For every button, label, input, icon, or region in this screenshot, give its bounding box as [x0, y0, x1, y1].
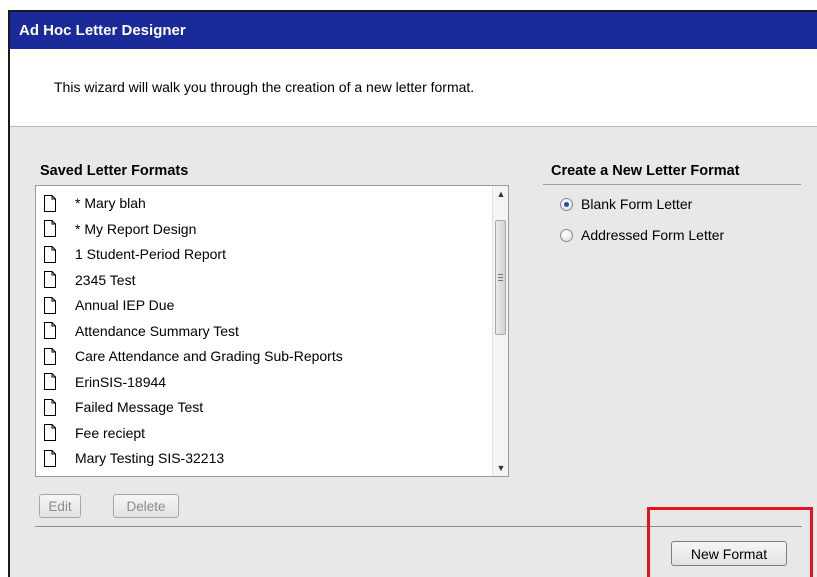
list-item[interactable]: Mary Testing SIS-32213 — [44, 447, 224, 469]
list-item[interactable]: * Mary blah — [44, 192, 146, 214]
document-icon — [44, 373, 56, 390]
list-item-label: ErinSIS-18944 — [75, 373, 167, 390]
list-item[interactable]: * My Report Design — [44, 218, 196, 240]
document-icon — [44, 245, 56, 263]
create-format-title: Create a New Letter Format — [551, 163, 740, 179]
list-item-label: Care Attendance and Grading Sub-Reports — [75, 348, 343, 364]
list-item[interactable]: Care Attendance and Grading Sub-Reports — [44, 345, 343, 367]
scroll-thumb[interactable] — [495, 220, 506, 335]
saved-formats-list[interactable]: * Mary blah * My Report Design 1 Student-P… — [35, 185, 509, 477]
radio-label: Addressed Form Letter — [581, 227, 725, 243]
document-icon — [44, 322, 56, 339]
list-item[interactable]: Failed Message Test — [44, 396, 203, 418]
document-icon — [44, 398, 56, 416]
document-icon — [44, 449, 56, 467]
scroll-down-arrow-icon[interactable]: ▼ — [493, 460, 508, 476]
list-item[interactable]: ErinSIS-18944 — [44, 371, 166, 393]
list-item-label: Fee reciept — [75, 424, 146, 441]
list-item-label: Annual IEP Due — [75, 297, 175, 313]
letter-designer-window: Ad Hoc Letter Designer This wizard will … — [8, 10, 817, 577]
list-item[interactable]: 1 Student-Period Report — [44, 243, 226, 265]
document-icon — [44, 194, 56, 212]
radio-button[interactable] — [560, 197, 573, 211]
radio-button[interactable] — [560, 228, 573, 242]
intro-text: This wizard will walk you through the cr… — [54, 79, 475, 95]
document-icon — [44, 296, 56, 314]
list-item[interactable]: Annual IEP Due — [44, 294, 174, 316]
window-title: Ad Hoc Letter Designer — [10, 12, 817, 49]
intro-panel: This wizard will walk you through the cr… — [10, 49, 817, 127]
list-scrollbar[interactable]: ▲ ▼ — [492, 186, 508, 476]
radio-addressed-form-letter[interactable]: Addressed Form Letter — [560, 227, 724, 243]
list-item-label: Attendance Summary Test — [75, 322, 239, 339]
list-item[interactable]: Fee reciept — [44, 422, 145, 444]
list-item[interactable]: 2345 Test — [44, 269, 135, 291]
list-item-label: Failed Message Test — [75, 399, 204, 415]
delete-button[interactable]: Delete — [113, 494, 179, 518]
new-format-highlight-box — [647, 507, 813, 577]
list-item-label: * Mary blah — [75, 195, 146, 211]
list-item-label: * My Report Design — [75, 220, 197, 237]
list-item-label: Mary Testing SIS-32213 — [75, 450, 225, 466]
radio-label: Blank Form Letter — [581, 196, 693, 212]
radio-blank-form-letter[interactable]: Blank Form Letter — [560, 196, 692, 212]
document-icon — [44, 220, 56, 237]
list-item-label: 1 Student-Period Report — [75, 246, 226, 262]
create-section-divider — [543, 184, 801, 185]
document-icon — [44, 347, 56, 365]
list-item[interactable]: Attendance Summary Test — [44, 320, 239, 342]
saved-formats-items: * Mary blah * My Report Design 1 Student-P… — [36, 186, 492, 476]
document-icon — [44, 424, 56, 441]
edit-button[interactable]: Edit — [39, 494, 81, 518]
document-icon — [44, 271, 56, 288]
list-item-label: 2345 Test — [75, 271, 136, 288]
scroll-up-arrow-icon[interactable]: ▲ — [493, 186, 508, 202]
saved-formats-title: Saved Letter Formats — [40, 163, 189, 179]
